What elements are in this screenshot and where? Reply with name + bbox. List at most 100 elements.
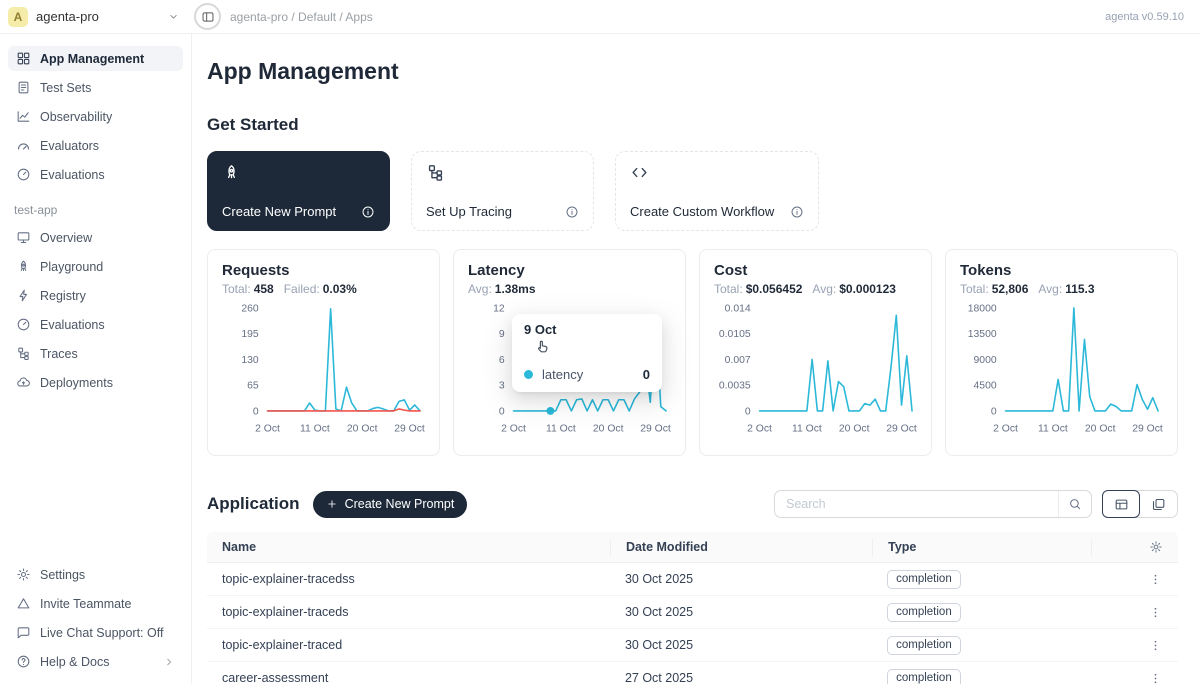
speedometer-icon — [16, 317, 31, 332]
chart-title: Requests — [222, 262, 425, 279]
chart-plot[interactable]: 0651301952602 Oct11 Oct20 Oct29 Oct — [222, 302, 425, 446]
chevron-down-icon[interactable] — [167, 10, 180, 23]
workspace-selector[interactable]: A agenta-pro — [0, 7, 192, 27]
app-type-badge: completion — [887, 603, 961, 622]
row-menu-button[interactable] — [1148, 638, 1163, 653]
svg-text:260: 260 — [241, 303, 259, 314]
monitor-icon — [16, 230, 31, 245]
column-settings-gear-icon[interactable] — [1149, 540, 1163, 554]
sidebar-section-label: test-app — [8, 191, 183, 225]
tree-icon — [426, 163, 445, 182]
sidebar-item-registry[interactable]: Registry — [8, 283, 183, 308]
table-body: topic-explainer-tracedss30 Oct 2025compl… — [207, 563, 1178, 684]
svg-text:3: 3 — [499, 381, 505, 392]
svg-text:0.0105: 0.0105 — [719, 329, 751, 340]
svg-text:4500: 4500 — [974, 381, 997, 392]
svg-text:29 Oct: 29 Oct — [394, 424, 425, 435]
legend-dot — [524, 370, 533, 379]
plus-icon — [326, 498, 338, 510]
get-started-title: Get Started — [207, 115, 1178, 135]
search-input[interactable] — [775, 497, 1058, 511]
chart-plot[interactable]: 04500900013500180002 Oct11 Oct20 Oct29 O… — [960, 302, 1163, 446]
get-started-card-create-new-prompt[interactable]: Create New Prompt — [207, 151, 390, 231]
column-header-type[interactable]: Type — [872, 539, 1090, 556]
sidebar-item-app-management[interactable]: App Management — [8, 46, 183, 71]
chart-plot[interactable]: 00.00350.0070.01050.0142 Oct11 Oct20 Oct… — [714, 302, 917, 446]
sidebar-toggle-button[interactable] — [194, 3, 221, 30]
svg-text:2 Oct: 2 Oct — [255, 424, 280, 435]
panel-icon — [201, 10, 215, 24]
sidebar-item-live-chat-support-off[interactable]: Live Chat Support: Off — [8, 620, 183, 645]
sidebar-item-observability[interactable]: Observability — [8, 104, 183, 129]
row-menu-button[interactable] — [1148, 572, 1163, 587]
table-row[interactable]: career-assessment27 Oct 2025completion — [207, 662, 1178, 684]
sidebar-item-playground[interactable]: Playground — [8, 254, 183, 279]
latency-chart-card: LatencyAvg:1.38ms0369122 Oct11 Oct20 Oct… — [453, 249, 686, 456]
svg-text:18000: 18000 — [968, 303, 997, 314]
bolt-icon — [16, 288, 31, 303]
get-started-cards: Create New Prompt Set Up Tracing Create Cu… — [207, 151, 1178, 231]
sidebar: App Management Test Sets Observability Eval… — [0, 34, 192, 684]
create-new-prompt-button[interactable]: Create New Prompt — [313, 491, 468, 518]
tooltip-date: 9 Oct — [524, 322, 650, 337]
sidebar-item-evaluations[interactable]: Evaluations — [8, 312, 183, 337]
svg-text:0: 0 — [253, 406, 259, 417]
get-started-card-set-up-tracing[interactable]: Set Up Tracing — [411, 151, 594, 231]
search-icon[interactable] — [1058, 491, 1091, 517]
svg-text:12: 12 — [493, 303, 505, 314]
search-icon — [1068, 497, 1082, 511]
chart-title: Tokens — [960, 262, 1163, 279]
main-content: App Management Get Started Create New Pr… — [192, 34, 1200, 684]
plus-icon — [326, 498, 338, 510]
svg-text:130: 130 — [241, 355, 259, 366]
rocket-icon — [16, 259, 31, 274]
sidebar-item-deployments[interactable]: Deployments — [8, 370, 183, 395]
card-view-button[interactable] — [1139, 491, 1177, 517]
metrics-row: RequestsTotal:458Failed:0.03%06513019526… — [207, 249, 1178, 456]
table-row[interactable]: topic-explainer-traceds30 Oct 2025comple… — [207, 596, 1178, 629]
code-icon — [630, 163, 649, 182]
svg-text:9000: 9000 — [974, 355, 997, 366]
table-view-button[interactable] — [1102, 490, 1140, 518]
search-box — [774, 490, 1092, 518]
svg-text:20 Oct: 20 Oct — [839, 424, 870, 435]
svg-text:11 Oct: 11 Oct — [1038, 424, 1068, 435]
info-icon — [790, 205, 804, 219]
chart-title: Latency — [468, 262, 671, 279]
sidebar-item-test-sets[interactable]: Test Sets — [8, 75, 183, 100]
cloud-icon — [16, 375, 31, 390]
get-started-card-create-custom-workflow[interactable]: Create Custom Workflow — [615, 151, 819, 231]
page-title: App Management — [207, 58, 1178, 85]
row-menu-button[interactable] — [1148, 605, 1163, 620]
sidebar-item-evaluations[interactable]: Evaluations — [8, 162, 183, 187]
chat-icon — [16, 625, 31, 640]
sidebar-item-overview[interactable]: Overview — [8, 225, 183, 250]
svg-text:20 Oct: 20 Oct — [1085, 424, 1116, 435]
sidebar-item-invite-teammate[interactable]: Invite Teammate — [8, 591, 183, 616]
row-menu-button[interactable] — [1148, 671, 1163, 684]
sidebar-item-settings[interactable]: Settings — [8, 562, 183, 587]
column-header-date-modified[interactable]: Date Modified — [610, 539, 872, 556]
sidebar-item-evaluators[interactable]: Evaluators — [8, 133, 183, 158]
chart-tooltip: 9 Oct latency 0 — [512, 314, 662, 392]
sidebar-item-traces[interactable]: Traces — [8, 341, 183, 366]
chart-stats: Total:458Failed:0.03% — [222, 282, 425, 296]
app-name: career-assessment — [207, 671, 610, 684]
dotsv-icon — [1148, 605, 1163, 620]
svg-text:0: 0 — [745, 406, 751, 417]
list-icon — [16, 80, 31, 95]
table-row[interactable]: topic-explainer-tracedss30 Oct 2025compl… — [207, 563, 1178, 596]
top-bar: A agenta-pro agenta-pro / Default / Apps… — [0, 0, 1200, 34]
sidebar-item-help-docs[interactable]: Help & Docs — [8, 649, 183, 674]
hand-cursor-icon — [534, 338, 650, 355]
table-row[interactable]: topic-explainer-traced30 Oct 2025complet… — [207, 629, 1178, 662]
sidebar-main-nav: App Management Test Sets Observability Eval… — [8, 46, 183, 191]
tooltip-value: 0 — [643, 367, 650, 382]
cost-chart-card: CostTotal:$0.056452Avg:$0.00012300.00350… — [699, 249, 932, 456]
tooltip-series-label: latency — [542, 367, 583, 382]
gauge-icon — [16, 138, 31, 153]
chart-stats: Avg:1.38ms — [468, 282, 671, 296]
column-header-name[interactable]: Name — [207, 539, 610, 556]
application-title: Application — [207, 494, 300, 514]
app-type-badge: completion — [887, 570, 961, 589]
